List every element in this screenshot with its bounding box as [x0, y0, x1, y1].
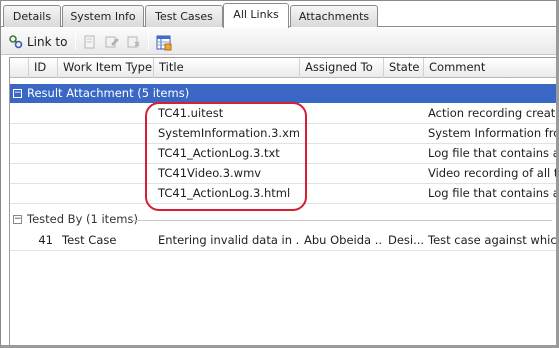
cell-state [383, 164, 423, 184]
column-options-icon [156, 35, 172, 50]
links-grid: ID Work Item Type Title Assigned To Stat… [9, 57, 556, 345]
table-row[interactable]: TC41.uitest Action recording created [10, 104, 556, 124]
group-header-result-attachment[interactable]: − Result Attachment (5 items) [10, 84, 556, 103]
cell-assigned-to: Abu Obeida ... [304, 233, 383, 247]
select-column-header[interactable] [10, 58, 28, 78]
cell-assigned-to [299, 164, 383, 184]
delete-link-icon [127, 35, 141, 49]
open-work-item-button[interactable] [83, 32, 97, 51]
edit-link-icon [105, 35, 119, 49]
cell-comment: Log file that contains all t [428, 146, 556, 160]
cell-state [383, 144, 423, 164]
column-header-state[interactable]: State [383, 58, 423, 78]
cell-work-item-type [57, 124, 153, 144]
group-label: Tested By (1 items) [27, 212, 138, 226]
cell-title: TC41Video.3.wmv [158, 166, 262, 180]
cell-comment: Action recording created [428, 106, 557, 120]
table-row[interactable]: TC41_ActionLog.3.txt Log file that conta… [10, 144, 556, 164]
cell-state: Desi... [388, 233, 423, 247]
cell-id: 41 [38, 233, 53, 247]
cell-state [383, 104, 423, 124]
grid-header: ID Work Item Type Title Assigned To Stat… [10, 58, 556, 78]
link-to-button[interactable]: Link to [9, 32, 67, 51]
cell-state [383, 124, 423, 144]
cell-id [28, 144, 57, 164]
collapse-toggle-icon[interactable]: − [13, 215, 22, 224]
cell-comment: Video recording of all the [428, 166, 556, 180]
cell-title: Entering invalid data in ... [158, 233, 299, 247]
cell-assigned-to [299, 124, 383, 144]
delete-link-button[interactable] [127, 32, 141, 51]
column-header-assigned-to[interactable]: Assigned To [299, 58, 383, 78]
cell-assigned-to [299, 144, 383, 164]
cell-id [28, 124, 57, 144]
column-header-id[interactable]: ID [28, 58, 57, 78]
cell-comment: Log file that contains all t [428, 186, 556, 200]
group-header-tested-by[interactable]: − Tested By (1 items) [10, 210, 556, 229]
cell-work-item-type [57, 104, 153, 124]
tab-attachments[interactable]: Attachments [290, 5, 378, 27]
cell-assigned-to [299, 184, 383, 204]
collapse-toggle-icon[interactable]: − [13, 89, 22, 98]
cell-title: TC41_ActionLog.3.html [158, 186, 291, 200]
table-row[interactable]: 41 Test Case Entering invalid data in ..… [10, 231, 556, 251]
cell-title: SystemInformation.3.xml [158, 126, 299, 140]
cell-id [28, 184, 57, 204]
column-header-work-item-type[interactable]: Work Item Type [57, 58, 153, 78]
edit-link-button[interactable] [105, 32, 119, 51]
table-row[interactable]: TC41_ActionLog.3.html Log file that cont… [10, 184, 556, 204]
toolbar: Link to [1, 28, 556, 55]
cell-comment: System Information from [428, 126, 556, 140]
cell-work-item-type [57, 144, 153, 164]
cell-work-item-type: Test Case [62, 233, 117, 247]
cell-comment: Test case against which b [428, 233, 557, 247]
column-header-title[interactable]: Title [153, 58, 299, 78]
link-icon [9, 34, 23, 49]
column-options-button[interactable] [156, 32, 172, 51]
cell-id [28, 104, 57, 124]
column-header-comment[interactable]: Comment [423, 58, 556, 78]
cell-state [383, 184, 423, 204]
tab-bar: Details System Info Test Cases All Links… [1, 1, 556, 28]
table-row[interactable]: TC41Video.3.wmv Video recording of all t… [10, 164, 556, 184]
group-label: Result Attachment (5 items) [27, 86, 190, 100]
tab-test-cases[interactable]: Test Cases [145, 5, 223, 27]
tab-system-info[interactable]: System Info [62, 5, 144, 27]
cell-work-item-type [57, 184, 153, 204]
tab-details[interactable]: Details [3, 5, 61, 27]
cell-id [28, 164, 57, 184]
table-row[interactable]: SystemInformation.3.xml System Informati… [10, 124, 556, 144]
link-to-label: Link to [27, 34, 68, 49]
tab-all-links[interactable]: All Links [223, 3, 289, 28]
toolbar-separator [148, 33, 149, 50]
cell-work-item-type [57, 164, 153, 184]
group-divider [132, 220, 552, 221]
cell-title: TC41.uitest [158, 106, 224, 120]
toolbar-separator [75, 33, 76, 50]
open-icon [83, 35, 97, 49]
cell-title: TC41_ActionLog.3.txt [158, 146, 280, 160]
cell-assigned-to [299, 104, 383, 124]
work-item-links-panel: Details System Info Test Cases All Links… [0, 0, 559, 348]
